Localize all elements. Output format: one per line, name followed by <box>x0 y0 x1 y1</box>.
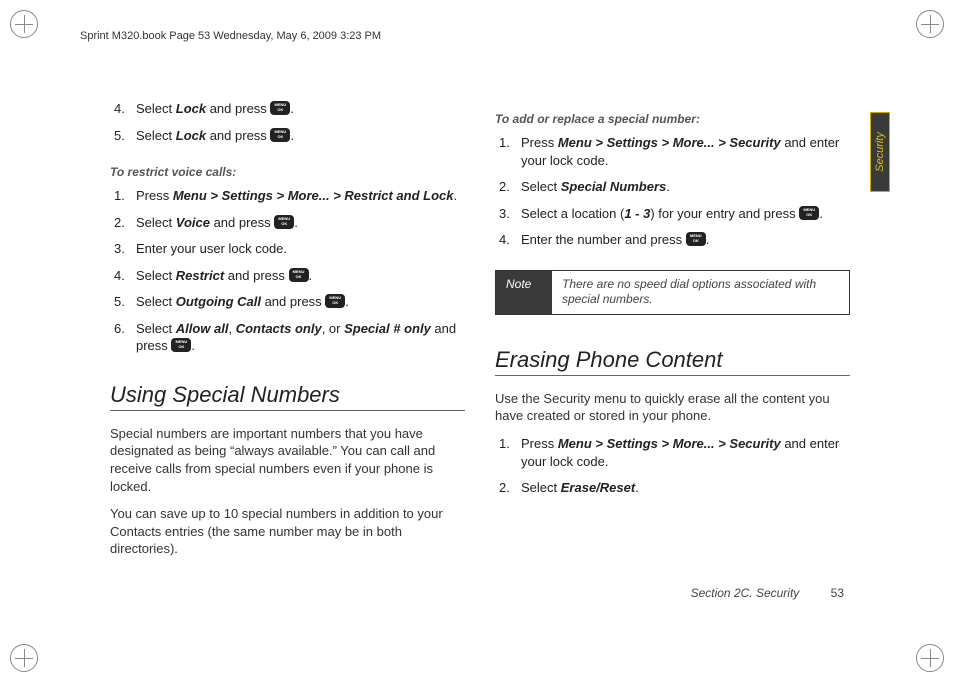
subheading-restrict: To restrict voice calls: <box>110 165 465 179</box>
steps-restrict: Press Menu > Settings > More... > Restri… <box>110 187 465 364</box>
menu-ok-key-icon <box>171 338 191 352</box>
paragraph: Special numbers are important numbers th… <box>110 425 465 495</box>
running-header: Sprint M320.book Page 53 Wednesday, May … <box>80 30 381 42</box>
left-column: Select Lock and press . Select Lock and … <box>110 100 465 568</box>
step-item: Select Special Numbers. <box>499 178 850 196</box>
steps-erase: Press Menu > Settings > More... > Securi… <box>495 435 850 506</box>
menu-ok-key-icon <box>270 128 290 142</box>
page-footer: Section 2C. Security 53 <box>691 586 844 600</box>
menu-ok-key-icon <box>799 206 819 220</box>
menu-ok-key-icon <box>686 232 706 246</box>
step-item: Select a location (1 - 3) for your entry… <box>499 205 850 223</box>
menu-ok-key-icon <box>289 268 309 282</box>
step-item: Enter the number and press . <box>499 231 850 249</box>
footer-section-label: Section 2C. Security <box>691 586 800 600</box>
paragraph: Use the Security menu to quickly erase a… <box>495 390 850 425</box>
heading-special-numbers: Using Special Numbers <box>110 382 465 411</box>
step-item: Select Erase/Reset. <box>499 479 850 497</box>
subheading-add-special: To add or replace a special number: <box>495 112 850 126</box>
paragraph: You can save up to 10 special numbers in… <box>110 505 465 558</box>
step-item: Select Restrict and press . <box>114 267 465 285</box>
crop-mark-icon <box>10 644 38 672</box>
step-item: Enter your user lock code. <box>114 240 465 258</box>
heading-erasing-content: Erasing Phone Content <box>495 347 850 376</box>
menu-ok-key-icon <box>270 101 290 115</box>
crop-mark-icon <box>916 10 944 38</box>
steps-lock-continued: Select Lock and press . Select Lock and … <box>110 100 465 153</box>
menu-ok-key-icon <box>274 215 294 229</box>
page-body: Select Lock and press . Select Lock and … <box>110 100 850 568</box>
step-item: Press Menu > Settings > More... > Restri… <box>114 187 465 205</box>
crop-mark-icon <box>10 10 38 38</box>
note-text: There are no speed dial options associat… <box>552 271 849 314</box>
step-item: Select Voice and press . <box>114 214 465 232</box>
step-item: Select Outgoing Call and press . <box>114 293 465 311</box>
section-tab-label: Security <box>874 132 886 172</box>
step-item: Select Allow all, Contacts only, or Spec… <box>114 320 465 355</box>
note-label: Note <box>496 271 552 314</box>
right-column: To add or replace a special number: Pres… <box>495 100 850 568</box>
step-item: Press Menu > Settings > More... > Securi… <box>499 435 850 470</box>
step-item: Select Lock and press . <box>114 100 465 118</box>
note-box: Note There are no speed dial options ass… <box>495 270 850 315</box>
section-tab: Security <box>870 112 890 192</box>
crop-mark-icon <box>916 644 944 672</box>
page-number: 53 <box>831 586 844 600</box>
menu-ok-key-icon <box>325 294 345 308</box>
step-item: Press Menu > Settings > More... > Securi… <box>499 134 850 169</box>
step-item: Select Lock and press . <box>114 127 465 145</box>
steps-add-special: Press Menu > Settings > More... > Securi… <box>495 134 850 258</box>
